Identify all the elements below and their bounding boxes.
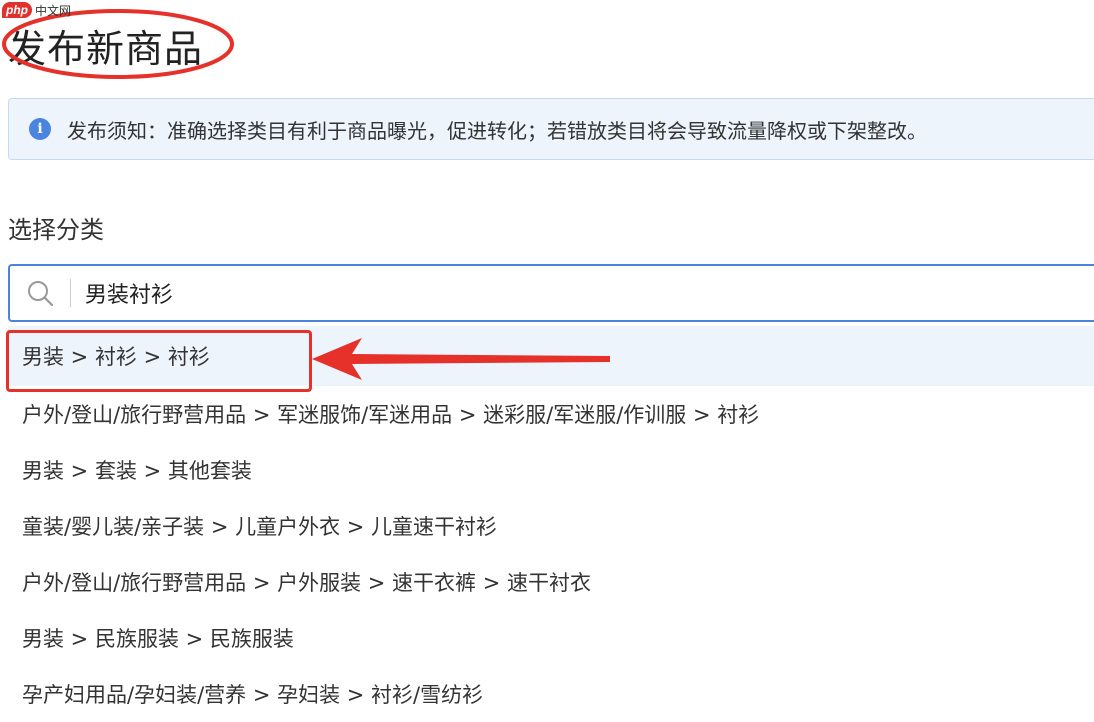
result-item[interactable]: 男装 > 衬衫 > 衬衫 (8, 326, 1094, 386)
info-icon: i (29, 118, 51, 140)
category-search-input[interactable] (85, 280, 385, 306)
result-item[interactable]: 男装 > 套装 > 其他套装 (8, 442, 1094, 498)
result-item[interactable]: 户外/登山/旅行野营用品 > 户外服装 > 速干衣裤 > 速干衬衣 (8, 554, 1094, 610)
search-icon (28, 281, 54, 307)
result-item[interactable]: 男装 > 民族服装 > 民族服装 (8, 610, 1094, 666)
result-item[interactable]: 孕产妇用品/孕妇装/营养 > 孕妇装 > 衬衫/雪纺衫 (8, 666, 1094, 722)
site-watermark: php 中文网 (0, 0, 71, 20)
notice-text: 发布须知：准确选择类目有利于商品曝光，促进转化；若错放类目将会导致流量降权或下架… (67, 118, 927, 143)
category-label: 选择分类 (8, 216, 104, 244)
page-title: 发布新商品 (8, 27, 204, 71)
search-divider (70, 279, 71, 307)
notice-banner: i 发布须知：准确选择类目有利于商品曝光，促进转化；若错放类目将会导致流量降权或… (8, 98, 1094, 160)
category-results-list: 男装 > 衬衫 > 衬衫 户外/登山/旅行野营用品 > 军迷服饰/军迷用品 > … (8, 326, 1094, 722)
result-item[interactable]: 童装/婴儿装/亲子装 > 儿童户外衣 > 儿童速干衬衫 (8, 498, 1094, 554)
watermark-logo: php (2, 2, 32, 18)
watermark-text: 中文网 (35, 3, 72, 18)
category-search-box[interactable] (8, 264, 1094, 322)
result-item[interactable]: 户外/登山/旅行野营用品 > 军迷服饰/军迷用品 > 迷彩服/军迷服/作训服 >… (8, 386, 1094, 442)
